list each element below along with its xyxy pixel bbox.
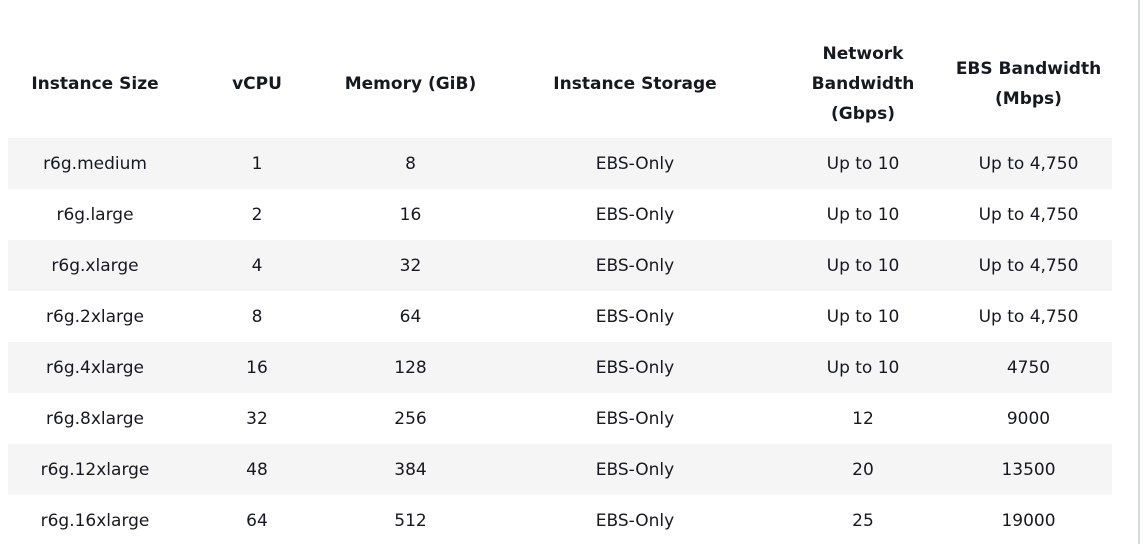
header-vcpu: vCPU <box>232 74 282 94</box>
table-row: r6g.4xlarge 16 128 EBS-Only Up to 10 4750 <box>8 342 1112 393</box>
ebs-bandwidth-cell: Up to 4,750 <box>978 204 1079 225</box>
ebs-bandwidth-cell: Up to 4,750 <box>978 255 1079 276</box>
table-row: r6g.xlarge 4 32 EBS-Only Up to 10 Up to 4,750 <box>8 240 1112 291</box>
instance-storage-cell: EBS-Only <box>595 408 675 429</box>
instance-size-cell: r6g.8xlarge <box>46 408 144 429</box>
network-bandwidth-cell: Up to 10 <box>826 153 900 174</box>
header-memory: Memory (GiB) <box>344 74 477 94</box>
instance-storage-cell: EBS-Only <box>595 510 675 531</box>
table-row: r6g.8xlarge 32 256 EBS-Only 12 9000 <box>8 393 1112 444</box>
table-row: r6g.16xlarge 64 512 EBS-Only 25 19000 <box>8 495 1112 546</box>
network-bandwidth-cell: 20 <box>852 459 874 480</box>
ebs-bandwidth-cell: 9000 <box>1006 408 1051 429</box>
vcpu-cell: 8 <box>251 306 263 327</box>
instance-storage-cell: EBS-Only <box>595 204 675 225</box>
header-instance-size: Instance Size <box>31 74 159 94</box>
instance-storage-cell: EBS-Only <box>595 459 675 480</box>
instance-size-cell: r6g.2xlarge <box>46 306 144 327</box>
instance-size-cell: r6g.4xlarge <box>46 357 144 378</box>
memory-cell: 16 <box>399 204 422 225</box>
ebs-bandwidth-cell: 19000 <box>1001 510 1056 531</box>
ebs-bandwidth-cell: Up to 4,750 <box>978 153 1079 174</box>
table-header-row: Instance Size vCPU Memory (GiB) Instance… <box>8 30 1112 138</box>
memory-cell: 8 <box>405 153 416 174</box>
memory-cell: 32 <box>399 255 422 276</box>
memory-cell: 128 <box>394 357 427 378</box>
vcpu-cell: 1 <box>251 153 263 174</box>
vcpu-cell: 2 <box>251 204 263 225</box>
header-ebs-bandwidth: EBS Bandwidth (Mbps) <box>955 59 1102 109</box>
network-bandwidth-cell: Up to 10 <box>826 255 900 276</box>
memory-cell: 512 <box>394 510 427 531</box>
instance-storage-cell: EBS-Only <box>595 153 675 174</box>
instance-specs-table: Instance Size vCPU Memory (GiB) Instance… <box>8 30 1112 546</box>
header-network-bandwidth: Network Bandwidth (Gbps) <box>811 44 915 124</box>
instance-storage-cell: EBS-Only <box>595 357 675 378</box>
network-bandwidth-cell: Up to 10 <box>826 357 900 378</box>
header-instance-storage: Instance Storage <box>553 74 717 94</box>
table-row: r6g.large 2 16 EBS-Only Up to 10 Up to 4,750 <box>8 189 1112 240</box>
vcpu-cell: 16 <box>246 357 268 378</box>
vcpu-cell: 32 <box>246 408 268 429</box>
network-bandwidth-cell: Up to 10 <box>826 204 900 225</box>
table-row: r6g.12xlarge 48 384 EBS-Only 20 13500 <box>8 444 1112 495</box>
table-row: r6g.medium 1 8 EBS-Only Up to 10 Up to 4,750 <box>8 138 1112 189</box>
vcpu-cell: 64 <box>246 510 268 531</box>
ebs-bandwidth-cell: 13500 <box>1001 459 1056 480</box>
network-bandwidth-cell: 25 <box>852 510 874 531</box>
instance-storage-cell: EBS-Only <box>595 255 675 276</box>
instance-size-cell: r6g.12xlarge <box>40 459 150 480</box>
memory-cell: 64 <box>399 306 422 327</box>
ebs-bandwidth-cell: Up to 4,750 <box>978 306 1079 327</box>
instance-size-cell: r6g.large <box>56 204 134 225</box>
network-bandwidth-cell: Up to 10 <box>826 306 900 327</box>
memory-cell: 256 <box>394 408 427 429</box>
network-bandwidth-cell: 12 <box>852 408 874 429</box>
instance-storage-cell: EBS-Only <box>595 306 675 327</box>
instance-size-cell: r6g.16xlarge <box>40 510 150 531</box>
table-row: r6g.2xlarge 8 64 EBS-Only Up to 10 Up to 4,75… <box>8 291 1112 342</box>
vcpu-cell: 48 <box>246 459 268 480</box>
memory-cell: 384 <box>394 459 427 480</box>
ebs-bandwidth-cell: 4750 <box>1006 357 1051 378</box>
instance-size-cell: r6g.xlarge <box>51 255 139 276</box>
vcpu-cell: 4 <box>251 255 263 276</box>
scrollbar-track <box>1138 0 1140 544</box>
instance-size-cell: r6g.medium <box>43 153 147 174</box>
